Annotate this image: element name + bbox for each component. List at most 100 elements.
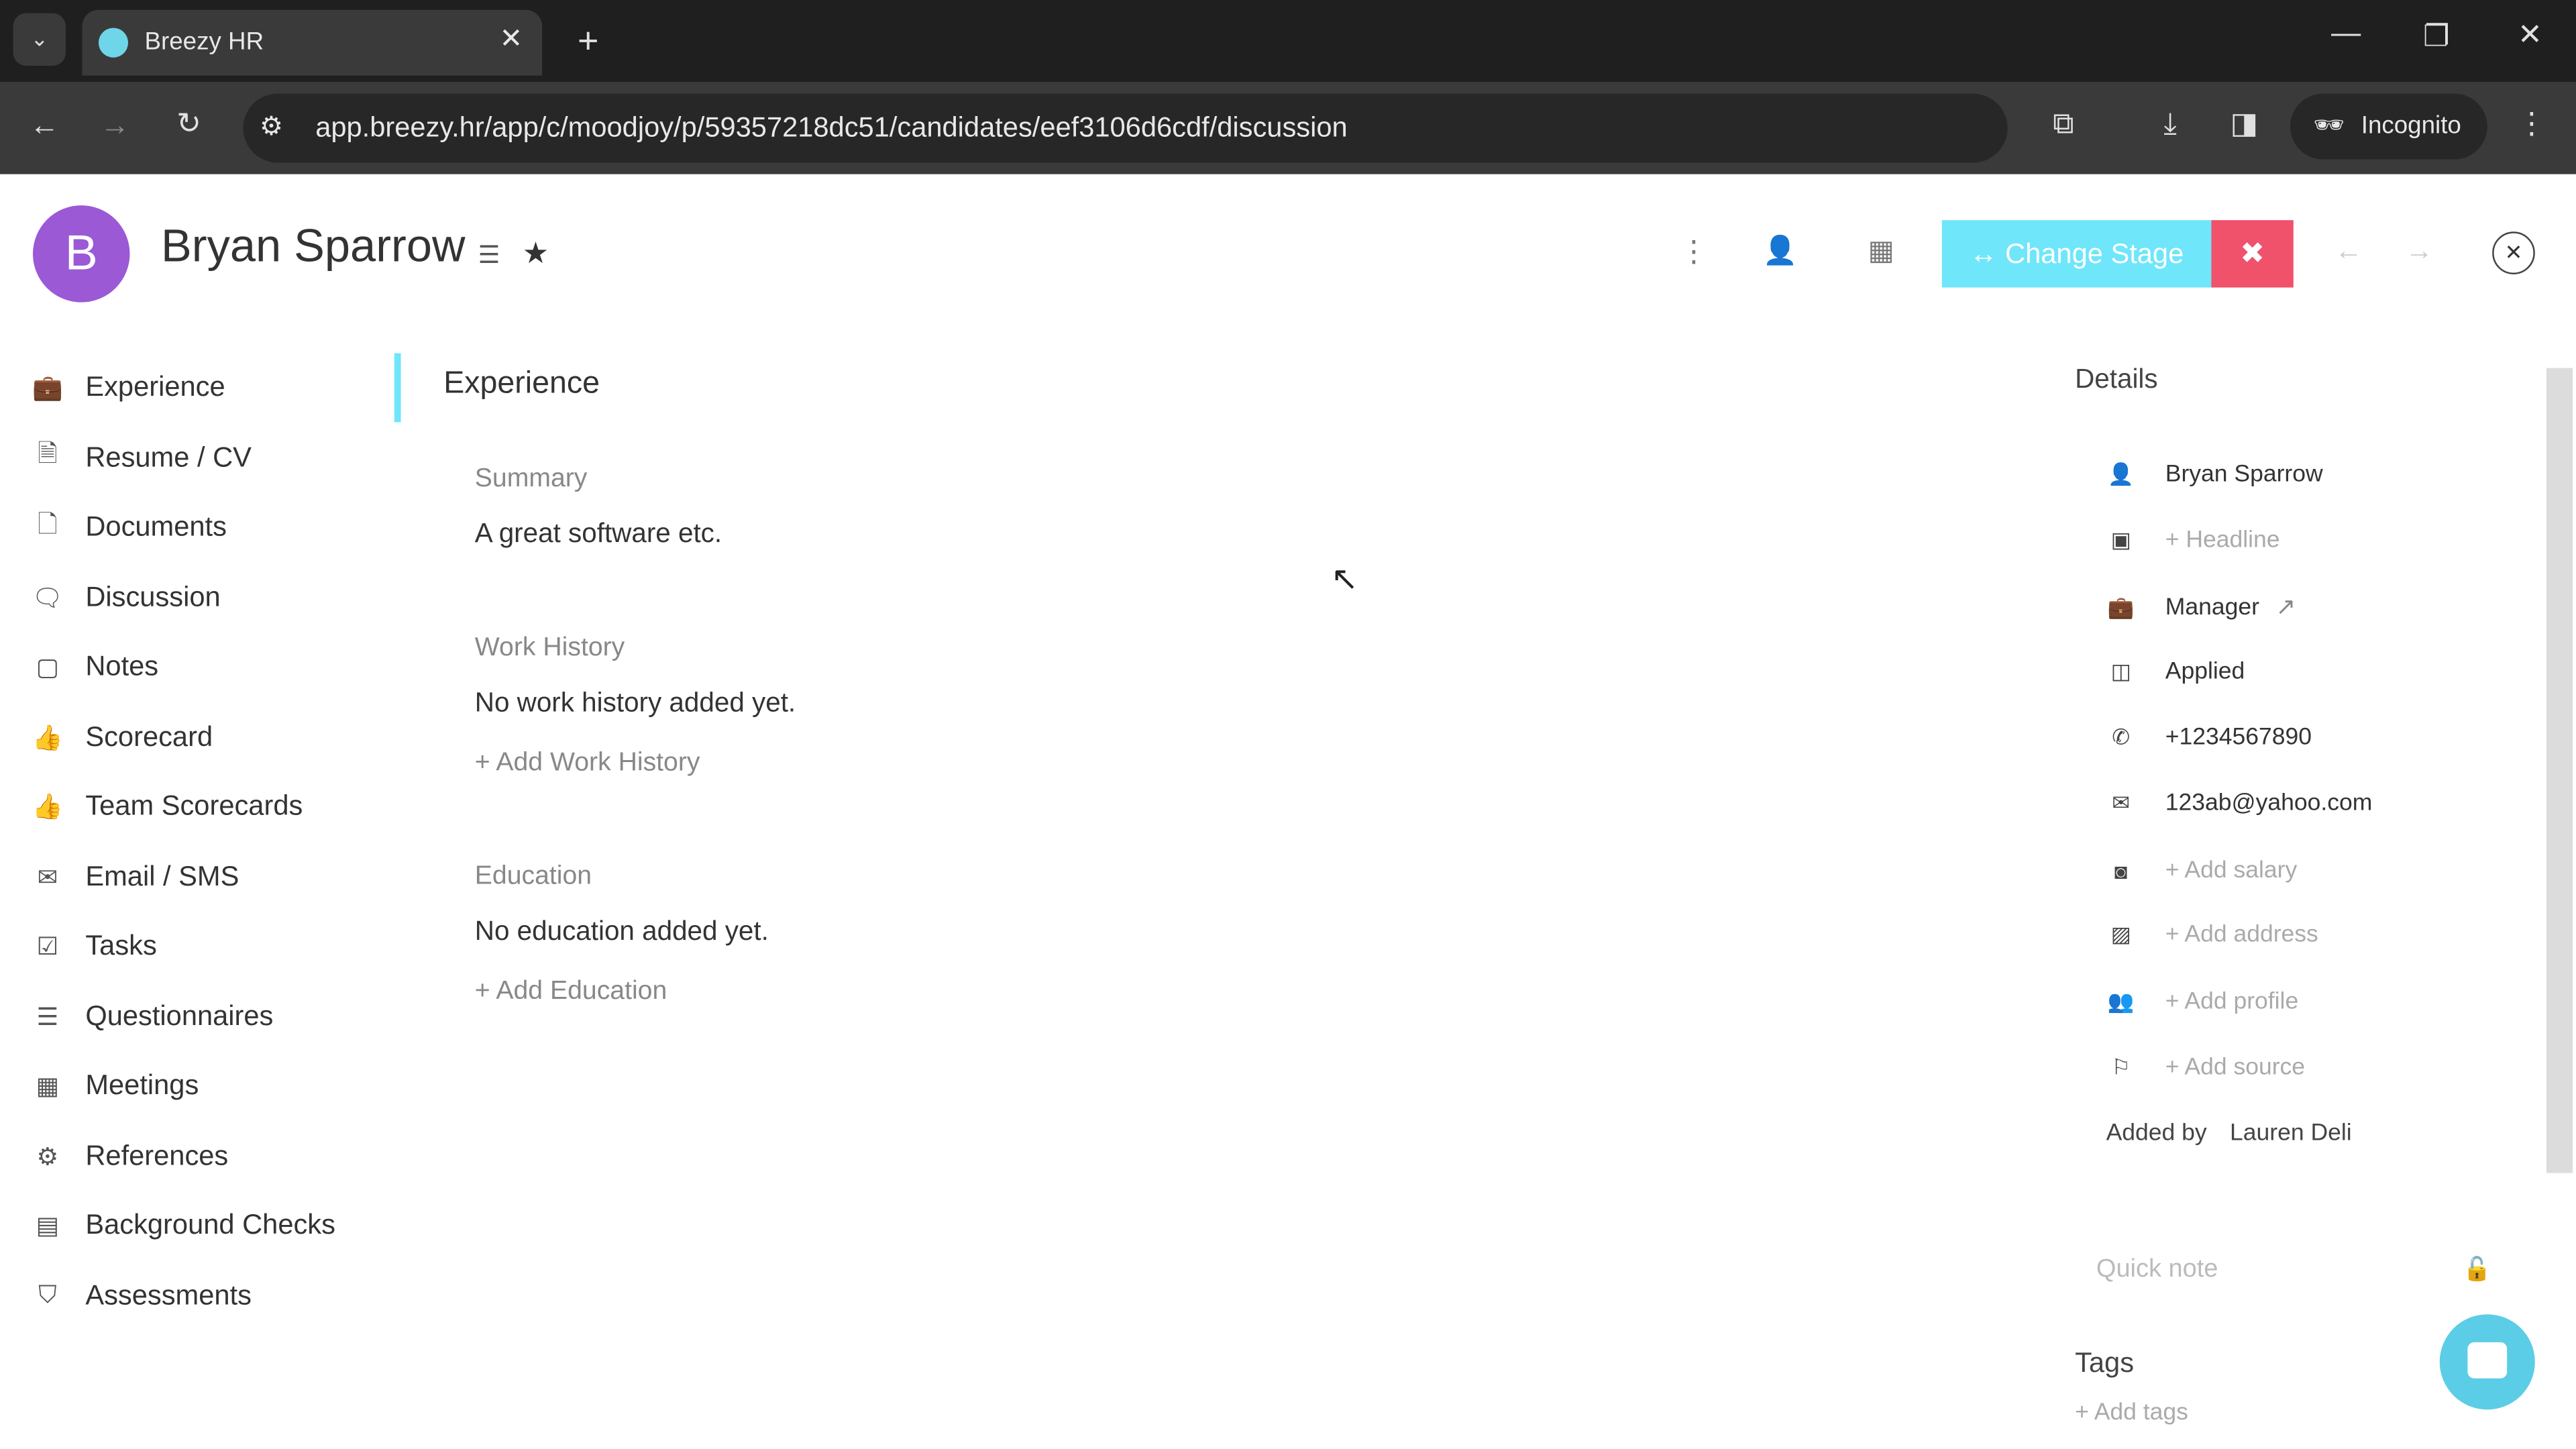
- education-heading: Education: [474, 862, 592, 891]
- detail-row[interactable]: ◙ + Add salary: [2106, 851, 2297, 891]
- detail-value: + Add source: [2165, 1055, 2306, 1081]
- sidebar-item-references[interactable]: ⚙ References: [30, 1131, 229, 1180]
- external-link-icon[interactable]: ↗: [2275, 595, 2296, 621]
- new-tab-icon[interactable]: +: [564, 19, 612, 62]
- sidebar-item-label: Resume / CV: [85, 441, 252, 473]
- chat-launcher-button[interactable]: [2439, 1314, 2535, 1410]
- side-panel-icon[interactable]: ◨: [2220, 107, 2269, 141]
- sidebar-item-label: Documents: [85, 511, 227, 543]
- add-education-link[interactable]: + Add Education: [475, 977, 667, 1007]
- id-card-icon: ▤: [36, 1212, 60, 1240]
- detail-row: ◫ Applied: [2106, 652, 2245, 692]
- briefcase-icon: 💼: [32, 374, 63, 403]
- change-stage-label: Change Stage: [2005, 238, 2184, 270]
- disqualify-button[interactable]: ✖: [2211, 220, 2294, 288]
- change-stage-button[interactable]: ↔ Change Stage: [1941, 220, 2212, 288]
- sidebar-item-label: Background Checks: [85, 1209, 335, 1240]
- sidebar-item-assessments[interactable]: ⛉ Assessments: [30, 1271, 252, 1320]
- incognito-label: Incognito: [2361, 111, 2461, 140]
- tags-title: Tags: [2075, 1347, 2135, 1379]
- tab-search-button[interactable]: ⌄: [13, 13, 66, 66]
- detail-value: + Add address: [2165, 921, 2318, 949]
- close-tab-icon[interactable]: ✕: [499, 23, 523, 56]
- scrollbar-thumb[interactable]: [2546, 368, 2573, 1173]
- active-section-indicator: [394, 353, 401, 423]
- address-bar[interactable]: ⚙ app.breezy.hr/app/c/moodjoy/p/59357218…: [243, 93, 2008, 163]
- calendar-icon[interactable]: ▦: [1868, 235, 1894, 268]
- minimize-icon[interactable]: —: [2321, 16, 2370, 50]
- sidebar-item-label: Tasks: [85, 930, 157, 961]
- sidebar-item-discussion[interactable]: 🗨 Discussion: [30, 572, 221, 621]
- sidebar-item-resume-cv[interactable]: 🗎 Resume / CV: [30, 433, 252, 482]
- extensions-icon[interactable]: ⧉: [2039, 107, 2088, 141]
- rss-icon[interactable]: ☰: [478, 240, 500, 270]
- money-icon: ◙: [2114, 858, 2128, 883]
- shield-icon: ⛉: [38, 1281, 57, 1309]
- back-icon[interactable]: ←: [19, 109, 68, 143]
- browser-tab[interactable]: Breezy HR ✕: [82, 9, 543, 76]
- briefcase-icon: 💼: [2107, 594, 2135, 620]
- sidebar-item-experience[interactable]: 💼 Experience: [30, 363, 225, 412]
- incognito-badge[interactable]: 🕶 Incognito: [2290, 93, 2487, 160]
- sidebar-item-tasks[interactable]: ☑ Tasks: [30, 922, 157, 971]
- sidebar-item-label: Experience: [85, 371, 225, 403]
- summary-heading: Summary: [474, 465, 588, 493]
- sidebar-item-notes[interactable]: ▢ Notes: [30, 643, 158, 692]
- next-candidate-icon[interactable]: →: [2405, 235, 2433, 268]
- sidebar-item-label: Questionnaires: [85, 1000, 274, 1031]
- detail-value: 123ab@yahoo.com: [2165, 790, 2373, 817]
- previous-candidate-icon[interactable]: ←: [2334, 235, 2363, 268]
- detail-row: ✆ +1234567890: [2106, 718, 2312, 757]
- detail-value: Manager: [2165, 594, 2259, 621]
- incognito-icon: 🕶: [2313, 111, 2345, 140]
- detail-row: 👤 Bryan Sparrow: [2106, 455, 2323, 494]
- site-info-icon[interactable]: ⚙: [260, 110, 283, 143]
- browser-menu-icon[interactable]: ⋮: [2507, 107, 2556, 141]
- stage-icon: ◫: [2110, 659, 2131, 684]
- document-icon: 🗋: [38, 510, 58, 539]
- sidebar-item-meetings[interactable]: ▦ Meetings: [30, 1061, 199, 1110]
- sidebar-item-documents[interactable]: 🗋 Documents: [30, 502, 227, 551]
- summary-text: A great software etc.: [474, 519, 722, 549]
- added-by-name: Lauren Deli: [2230, 1120, 2352, 1147]
- reload-icon[interactable]: ↻: [164, 107, 213, 141]
- person-icon: 👤: [2107, 462, 2135, 486]
- sidebar-item-label: References: [85, 1139, 229, 1171]
- more-options-icon[interactable]: ⋮: [1679, 235, 1709, 269]
- notes-icon: ▢: [36, 653, 60, 682]
- detail-row[interactable]: 👥 + Add profile: [2106, 983, 2298, 1022]
- forward-icon[interactable]: →: [91, 109, 140, 143]
- remove-user-icon: ✖: [2240, 236, 2265, 270]
- sidebar-item-background-checks[interactable]: ▤ Background Checks: [30, 1201, 335, 1250]
- sidebar-item-team-scorecards[interactable]: 👍 Team Scorecards: [30, 782, 303, 831]
- checkbox-icon: ☑: [36, 933, 59, 961]
- add-work-history-link[interactable]: + Add Work History: [475, 749, 700, 779]
- detail-row[interactable]: ⚐ + Add source: [2106, 1048, 2305, 1087]
- avatar: B: [32, 205, 130, 303]
- detail-row[interactable]: ▨ + Add address: [2106, 915, 2318, 955]
- quick-note-input[interactable]: Quick note: [2096, 1255, 2218, 1285]
- star-icon[interactable]: ★: [523, 237, 549, 271]
- detail-row: 💼 Manager ↗: [2106, 588, 2296, 628]
- close-candidate-button[interactable]: ✕: [2492, 231, 2535, 274]
- add-tags-link[interactable]: + Add tags: [2075, 1400, 2188, 1426]
- detail-value: Bryan Sparrow: [2165, 462, 2323, 488]
- envelope-icon: ✉: [2112, 790, 2131, 815]
- download-icon[interactable]: ⤓: [2145, 107, 2194, 141]
- restore-icon[interactable]: ❐: [2412, 19, 2461, 54]
- unlock-icon[interactable]: 🔓: [2463, 1255, 2491, 1283]
- mouse-cursor-icon: ↖: [1330, 561, 1358, 598]
- add-user-icon[interactable]: 👤: [1763, 235, 1798, 268]
- sidebar-item-questionnaires[interactable]: ☰ Questionnaires: [30, 991, 274, 1040]
- sidebar-item-label: Discussion: [85, 580, 221, 612]
- sidebar-item-label: Team Scorecards: [85, 790, 303, 822]
- resume-icon: 🗎: [38, 440, 58, 468]
- list-icon: ☰: [36, 1003, 59, 1031]
- close-window-icon[interactable]: ✕: [2506, 18, 2555, 52]
- url-text[interactable]: app.breezy.hr/app/c/moodjoy/p/59357218dc…: [315, 112, 1347, 145]
- detail-row[interactable]: ▣ + Headline: [2106, 521, 2280, 560]
- sidebar-item-email-sms[interactable]: ✉ Email / SMS: [30, 852, 239, 901]
- people-icon: 👥: [2107, 989, 2135, 1014]
- candidate-name: Bryan Sparrow: [161, 220, 466, 272]
- sidebar-item-scorecard[interactable]: 👍 Scorecard: [30, 712, 213, 761]
